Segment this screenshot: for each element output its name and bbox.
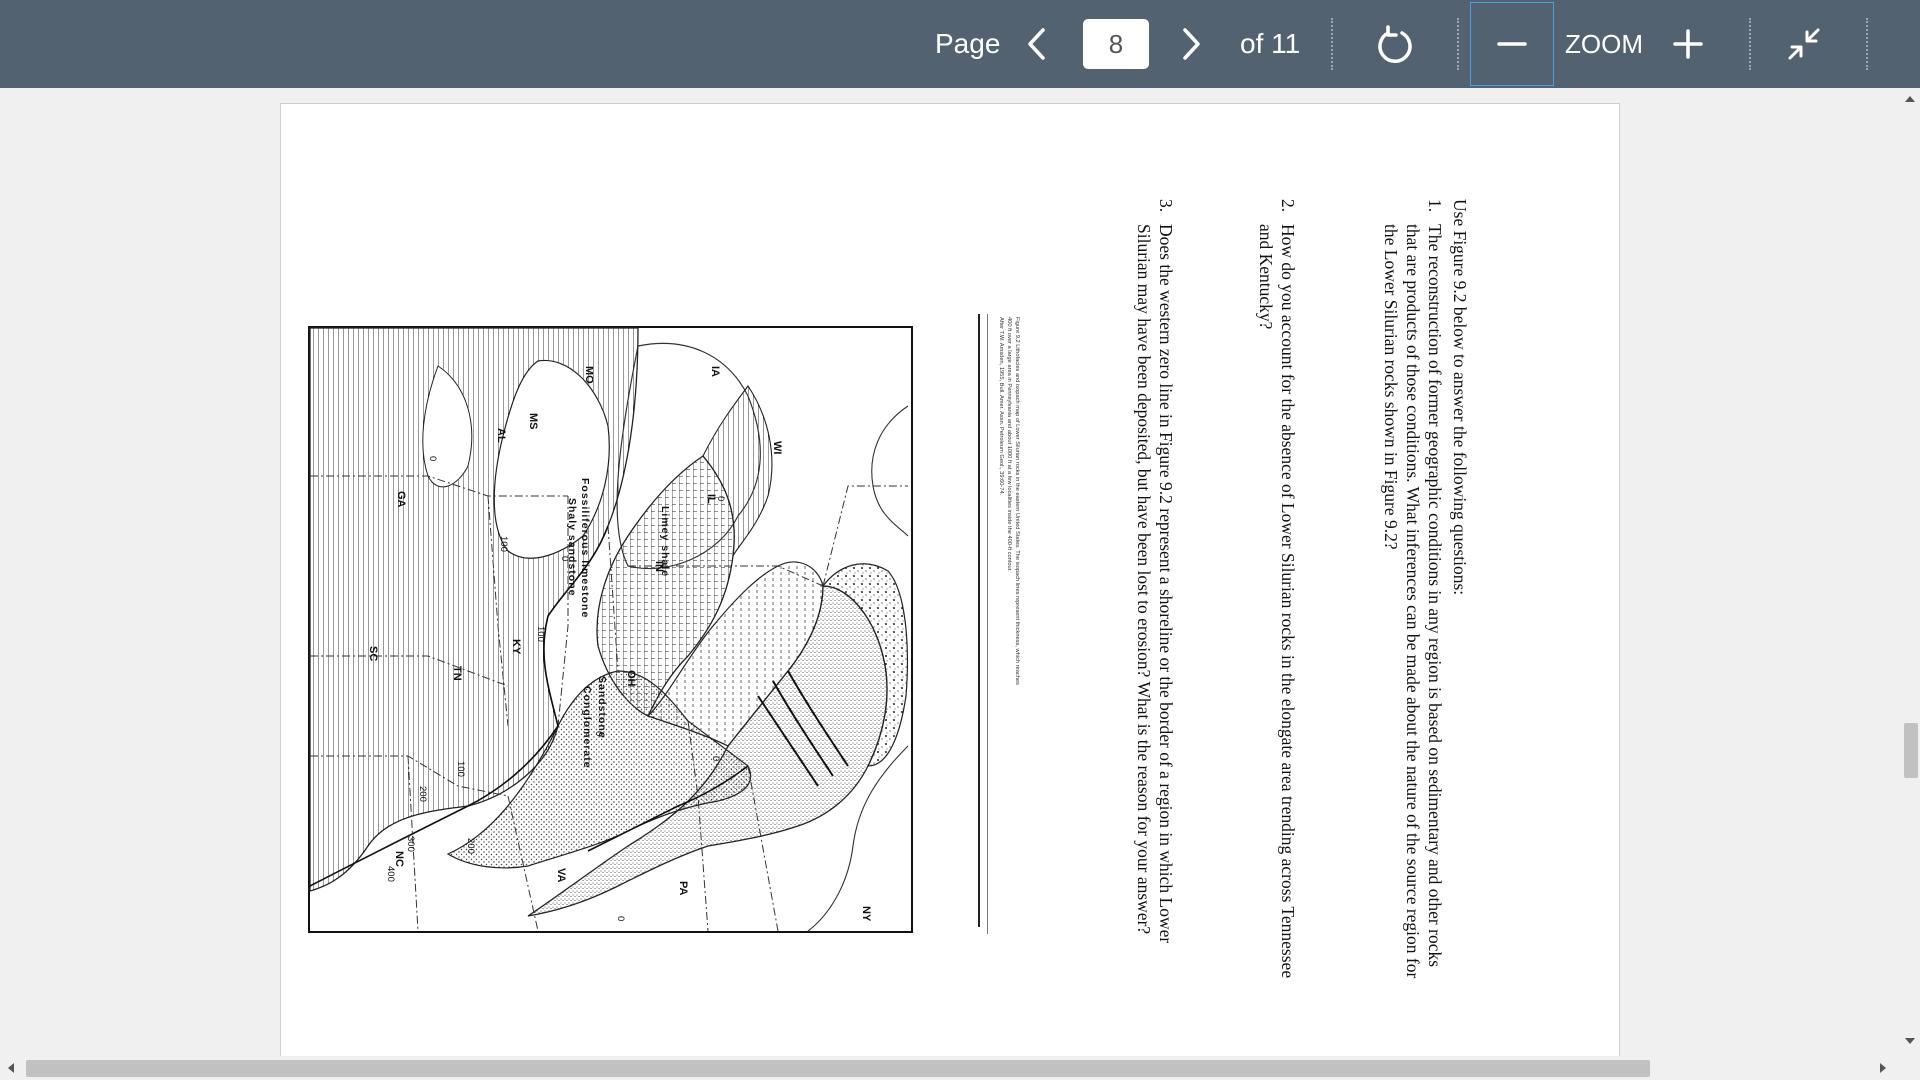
caption-line: Figure 9.2 Lithofacies and isopach map o… [1014,317,1020,685]
state-label-oh: OH [625,670,637,687]
scroll-left-arrow-icon[interactable] [8,1063,14,1073]
question-3-number: 3. [1156,199,1176,213]
figure-9-2-map: WI IA IL IN OH MO KY TN MS AL GA SC NC V… [308,326,913,933]
page-count: of 11 [1240,28,1301,59]
scroll-up-arrow-icon[interactable] [1905,96,1915,102]
contour-label: 300 [405,836,416,852]
caption-line: 400 ft over a large area in Pennsylvania… [1006,317,1012,572]
contour-label: 100 [455,761,466,777]
state-label-ky: KY [510,639,522,655]
toolbar-divider [1866,18,1868,70]
contour-label: 0 [715,496,726,501]
page-label: Page [935,28,1001,59]
state-label-sc: SC [367,646,379,661]
toolbar-divider [1457,18,1459,70]
contour-label: 200 [417,786,428,802]
state-label-nc: NC [393,851,405,867]
document-viewer[interactable]: Use Figure 9.2 below to answer the follo… [0,88,1900,1056]
plus-icon [1673,29,1703,59]
state-label-ms: MS [527,413,539,430]
contour-label: 100 [535,626,546,642]
zoom-label: ZOOM [1565,28,1643,59]
state-label-tn: TN [451,666,463,681]
instructions-heading: Use Figure 9.2 below to answer the follo… [1450,199,1470,596]
state-label-al: AL [495,428,507,443]
question-3-line: Silurian may have been deposited, but ha… [1134,224,1154,935]
contour-label: 0 [593,731,604,736]
question-2-line: How do you account for the absence of Lo… [1278,224,1298,979]
question-2-line: and Kentucky? [1256,224,1276,330]
caption-rule [978,314,980,927]
zoom-out-button[interactable] [1470,2,1554,86]
state-label-wi: WI [771,441,783,454]
state-label-va: VA [555,868,567,883]
state-label-ny: NY [860,906,872,922]
page-number-input[interactable] [1083,19,1149,69]
chevron-right-icon [1183,28,1200,60]
toolbar-divider [1331,18,1333,70]
state-label-mo: MO [583,366,595,384]
contour-label: 200 [465,838,476,854]
state-label-pa: PA [677,881,689,896]
state-label-ga: GA [395,491,407,508]
contour-label: 0 [710,756,721,761]
scroll-right-arrow-icon[interactable] [1880,1063,1886,1073]
zoom-in-button[interactable] [1668,24,1708,64]
contour-label: 0 [427,456,438,461]
facies-label-limestone: Conglomerate [581,686,593,769]
question-1-line: the Lower Silurian rocks shown in Figure… [1381,224,1401,550]
question-3-line: Does the western zero line in Figure 9.2… [1156,224,1176,944]
scroll-down-arrow-icon[interactable] [1905,1038,1915,1044]
collapse-icon [1788,28,1820,60]
question-1-number: 1. [1425,199,1445,213]
facies-label-limey-shale: Limey shale [659,506,671,577]
question-1-line: that are products of those conditions. W… [1403,224,1423,979]
facies-label: Sandstone [596,676,608,739]
minus-icon [1497,42,1527,46]
vertical-scrollbar[interactable] [1900,88,1920,1056]
exit-fullscreen-button[interactable] [1784,24,1824,64]
horizontal-scrollbar[interactable] [0,1056,1920,1080]
caption-rule [987,314,988,934]
previous-page-button[interactable] [1018,22,1054,66]
question-2-number: 2. [1278,199,1298,213]
contour-label: 100 [498,536,509,552]
pdf-toolbar: Page of 11 ZOOM [0,0,1920,88]
contour-label: 0 [615,916,626,921]
contour-label: 0 [559,556,570,561]
state-label-ia: IA [709,366,721,377]
facies-label: Fossiliferous limestone [579,478,591,618]
vertical-scroll-thumb[interactable] [1904,723,1918,778]
toolbar-divider [1749,18,1751,70]
pdf-page: Use Figure 9.2 below to answer the follo… [280,103,1620,1056]
question-1-line: The reconstruction of former geographic … [1425,224,1445,968]
next-page-button[interactable] [1174,22,1210,66]
contour-label: 400 [385,866,396,882]
rotate-icon [1378,25,1412,63]
chevron-left-icon [1028,28,1045,60]
figure-caption: Figure 9.2 Lithofacies and isopach map o… [997,317,1021,685]
facies-label-shaly-sandstone: Shaly sandstone [566,498,578,596]
caption-line: After T.W. Amsden, 1955, Bull. Amer. Ass… [998,317,1004,496]
rotate-button[interactable] [1372,22,1418,68]
horizontal-scroll-thumb[interactable] [26,1060,1650,1077]
